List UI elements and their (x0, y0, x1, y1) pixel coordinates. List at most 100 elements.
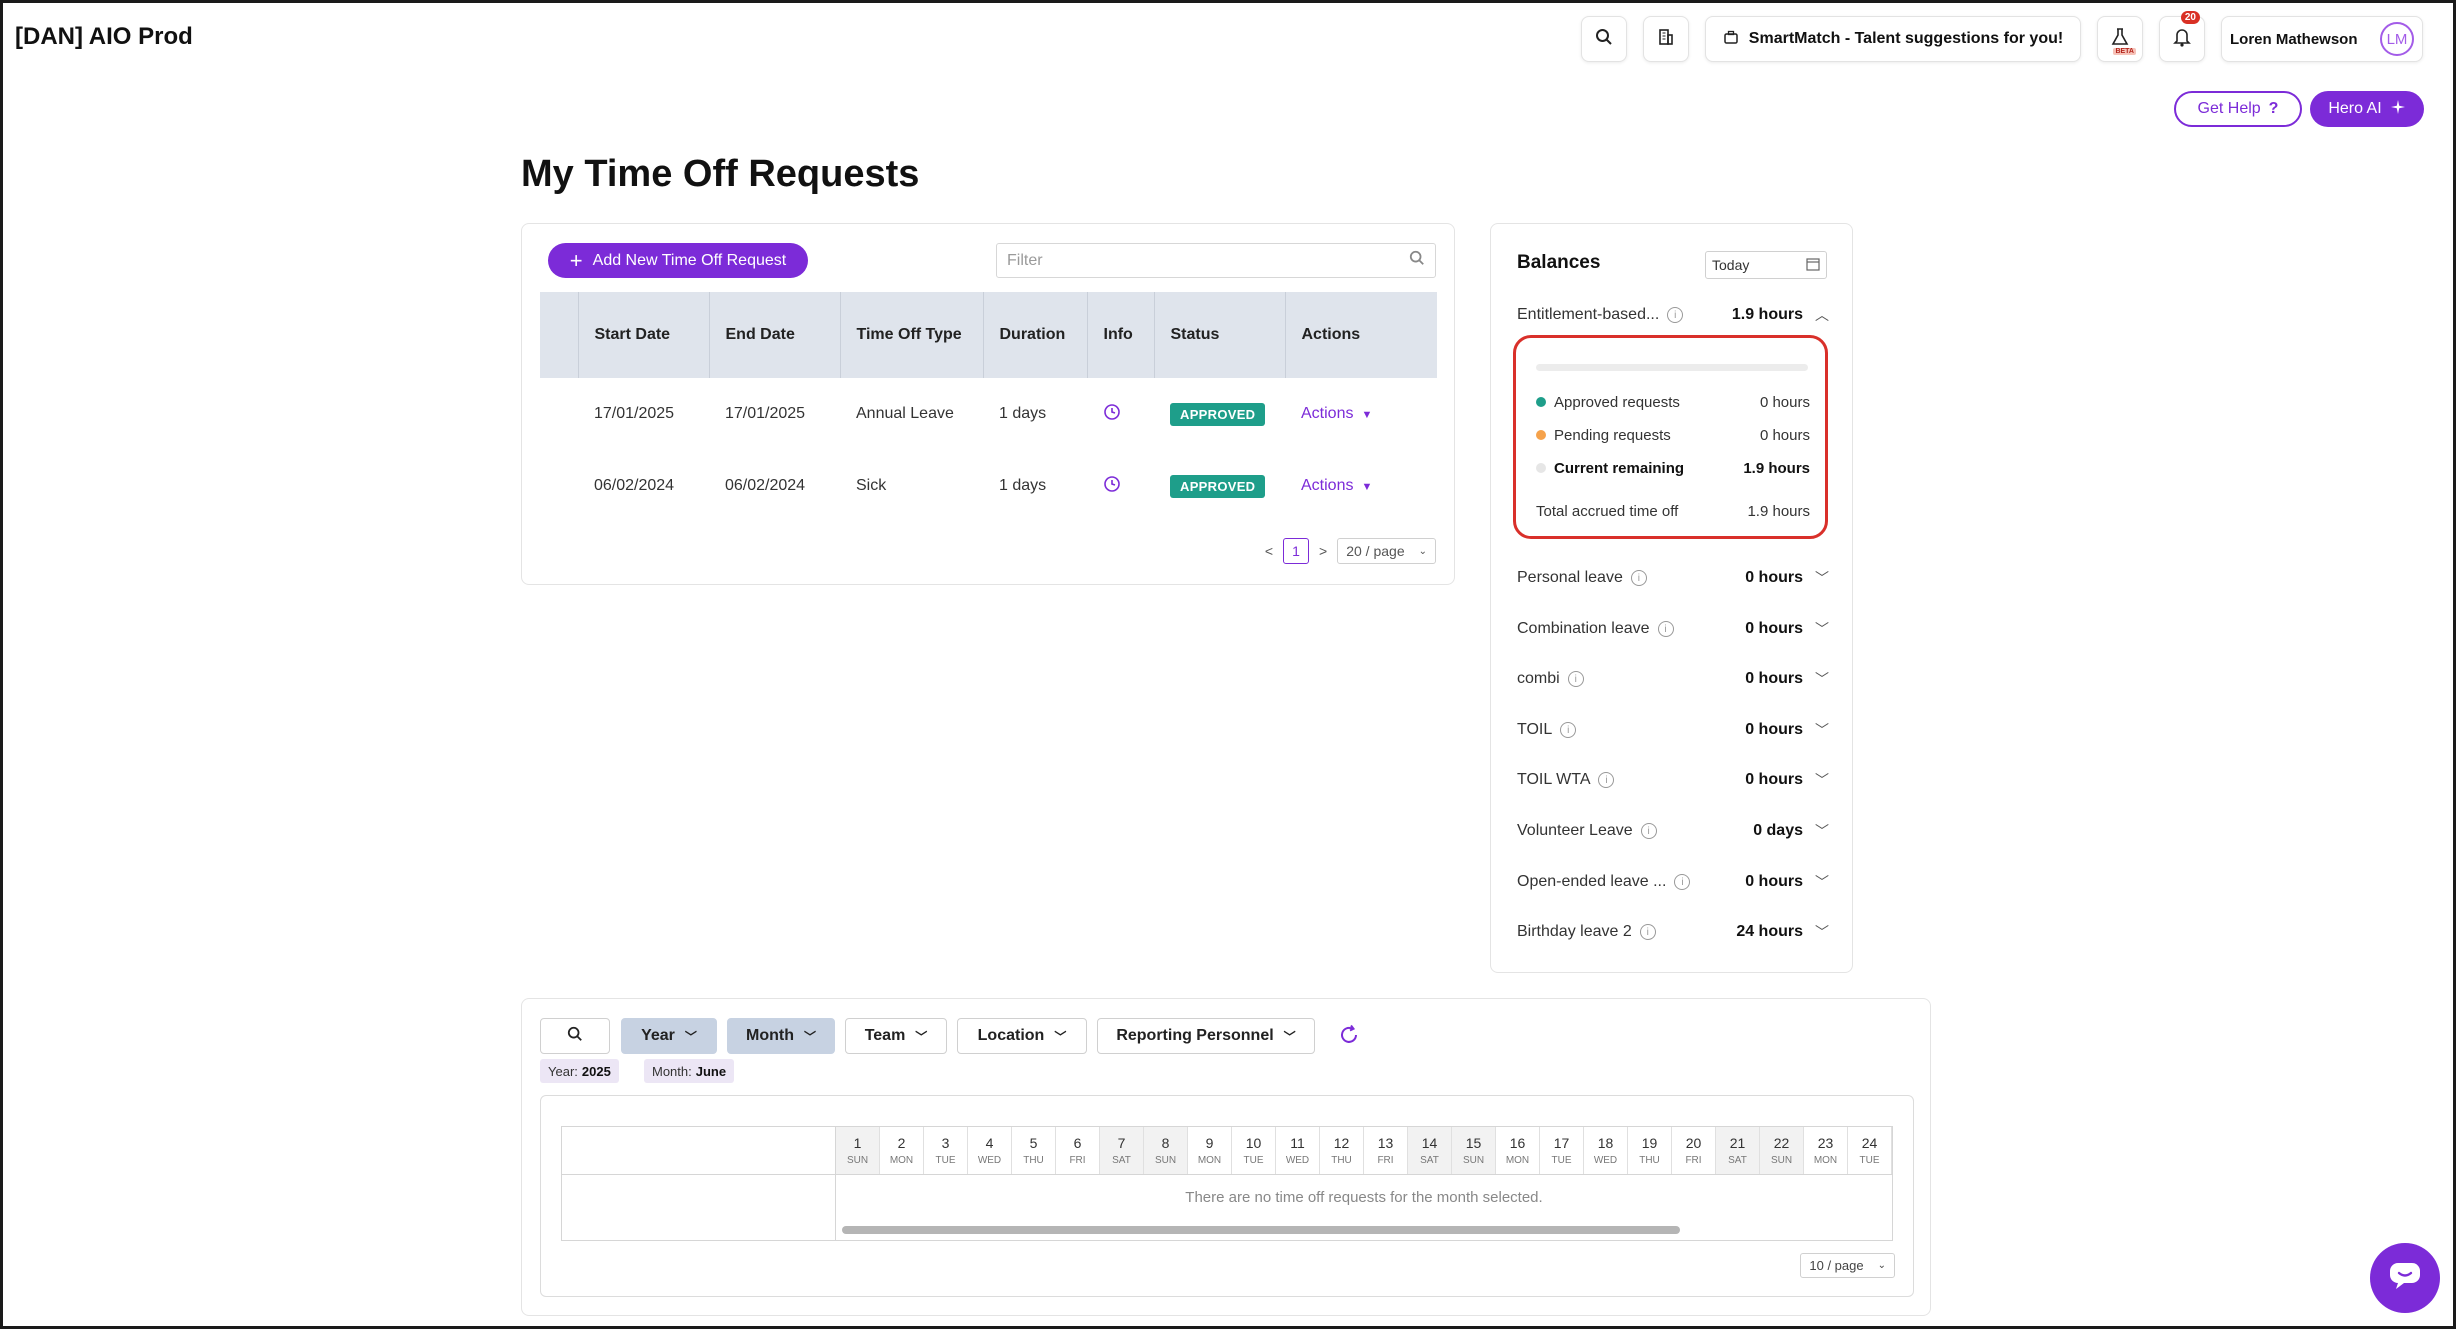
info-cell (1087, 378, 1154, 450)
balance-item-open-ended-leave[interactable]: Open-ended leave ... i 0 hours ﹀ (1517, 868, 1829, 896)
balance-value: 0 hours (1745, 670, 1803, 687)
column-header-time-off-type[interactable]: Time Off Type (840, 292, 984, 378)
info-icon[interactable]: i (1667, 307, 1684, 323)
requests-table: Start Date End Date Time Off Type Durati… (540, 292, 1437, 522)
balance-item-combination-leave[interactable]: Combination leave i 0 hours ﹀ (1517, 615, 1829, 643)
chevron-up-icon[interactable]: ︿ (1815, 305, 1829, 325)
chevron-down-icon[interactable]: ﹀ (1815, 922, 1829, 942)
chip-value: June (695, 1063, 727, 1079)
user-menu[interactable]: Loren Mathewson LM (2221, 16, 2423, 62)
year-filter-chip: Year: 2025 (540, 1059, 619, 1083)
calendar-day-header: 14 SAT (1408, 1127, 1452, 1174)
type-cell: Annual Leave (856, 405, 954, 422)
column-header-end-date[interactable]: End Date (709, 292, 841, 378)
team-filter[interactable]: Team ﹀ (845, 1018, 947, 1054)
pending-value: 0 hours (1759, 426, 1810, 444)
horizontal-scrollbar[interactable] (842, 1226, 1680, 1234)
reporting-personnel-filter[interactable]: Reporting Personnel ﹀ (1097, 1018, 1315, 1054)
calendar-day-header: 20 FRI (1672, 1127, 1716, 1174)
actions-dropdown[interactable]: Actions ▼ (1301, 405, 1372, 422)
location-filter[interactable]: Location ﹀ (957, 1018, 1087, 1054)
balance-item-birthday-leave[interactable]: Birthday leave 2 i 24 hours ﹀ (1517, 918, 1829, 946)
labs-button[interactable]: BETA (2097, 16, 2143, 62)
search-icon (1409, 250, 1425, 271)
balance-label: Birthday leave 2 (1517, 923, 1632, 940)
column-header-status[interactable]: Status (1154, 292, 1286, 378)
filter-placeholder: Filter (1007, 251, 1043, 269)
chevron-down-icon[interactable]: ﹀ (1815, 872, 1829, 892)
calendar-day-header: 11 WED (1276, 1127, 1320, 1174)
column-header-start-date[interactable]: Start Date (578, 292, 710, 378)
chip-label: Month: (652, 1063, 692, 1079)
actions-label: Actions (1301, 477, 1354, 494)
filter-input[interactable]: Filter (996, 243, 1436, 278)
chevron-down-icon[interactable]: ﹀ (1815, 568, 1829, 588)
chevron-down-icon[interactable]: ﹀ (1815, 720, 1829, 740)
balance-label: Entitlement-based... (1517, 306, 1660, 323)
weekday-label: WED (977, 1155, 1002, 1166)
balance-value: 0 days (1753, 822, 1803, 839)
balance-item-volunteer-leave[interactable]: Volunteer Leave i 0 days ﹀ (1517, 817, 1829, 845)
clock-icon[interactable] (1103, 403, 1121, 425)
info-icon[interactable]: i (1674, 874, 1691, 890)
day-number: 17 (1553, 1135, 1570, 1151)
actions-cell: Actions ▼ (1285, 378, 1437, 450)
page-size-select[interactable]: 20 / page ⌄ (1337, 538, 1436, 564)
next-page-button[interactable]: > (1319, 543, 1327, 559)
day-number: 7 (1117, 1135, 1126, 1151)
table-row[interactable]: 17/01/2025 17/01/2025 Annual Leave 1 day… (540, 378, 1437, 450)
table-row[interactable]: 06/02/2024 06/02/2024 Sick 1 days APPROV… (540, 450, 1437, 522)
clock-icon[interactable] (1103, 475, 1121, 497)
caret-down-icon: ▼ (1361, 409, 1373, 421)
info-icon[interactable]: i (1630, 570, 1647, 586)
info-icon[interactable]: i (1567, 671, 1584, 687)
year-filter[interactable]: Year ﹀ (621, 1018, 717, 1054)
pending-dot (1536, 430, 1546, 440)
chevron-down-icon[interactable]: ﹀ (1815, 619, 1829, 639)
balances-card: Balances Today Entitlement-based... i 1.9… (1490, 223, 1853, 973)
duration-cell: 1 days (999, 477, 1047, 494)
chevron-down-icon[interactable]: ﹀ (1815, 770, 1829, 790)
day-number: 19 (1641, 1135, 1658, 1151)
remaining-value: 1.9 hours (1743, 459, 1810, 477)
user-name: Loren Mathewson (2230, 30, 2358, 48)
chevron-down-icon[interactable]: ﹀ (1815, 669, 1829, 689)
approved-dot (1536, 397, 1546, 407)
balance-progress-bar (1536, 364, 1808, 371)
calendar-page-size-select[interactable]: 10 / page ⌄ (1800, 1253, 1895, 1278)
add-time-off-button[interactable]: + Add New Time Off Request (548, 243, 808, 278)
smartmatch-button[interactable]: SmartMatch - Talent suggestions for you! (1705, 16, 2081, 62)
hero-ai-button[interactable]: Hero AI (2310, 91, 2424, 127)
balance-item-toil[interactable]: TOIL i 0 hours ﹀ (1517, 716, 1829, 744)
info-icon[interactable]: i (1560, 722, 1577, 738)
calendar-search-button[interactable] (540, 1018, 610, 1054)
day-number: 6 (1073, 1135, 1082, 1151)
balance-item-personal-leave[interactable]: Personal leave i 0 hours ﹀ (1517, 564, 1829, 592)
refresh-icon[interactable] (1338, 1024, 1360, 1052)
balance-item-combi[interactable]: combi i 0 hours ﹀ (1517, 665, 1829, 693)
day-number: 1 (853, 1135, 862, 1151)
search-button[interactable] (1581, 16, 1627, 62)
weekday-label: SUN (846, 1155, 869, 1166)
info-icon[interactable]: i (1639, 924, 1656, 940)
info-icon[interactable]: i (1598, 772, 1615, 788)
page-number-current[interactable]: 1 (1283, 538, 1310, 564)
chevron-down-icon[interactable]: ﹀ (1815, 821, 1829, 841)
month-filter[interactable]: Month ﹀ (727, 1018, 835, 1054)
actions-dropdown[interactable]: Actions ▼ (1301, 477, 1372, 494)
status-badge: APPROVED (1170, 474, 1266, 498)
balances-date-picker[interactable]: Today (1705, 251, 1827, 279)
prev-page-button[interactable]: < (1265, 543, 1273, 559)
calendar-day-header: 12 THU (1320, 1127, 1364, 1174)
column-header-duration[interactable]: Duration (983, 292, 1088, 378)
balance-item-toil-wta[interactable]: TOIL WTA i 0 hours ﹀ (1517, 766, 1829, 794)
chat-support-button[interactable] (2370, 1243, 2440, 1313)
info-icon[interactable]: i (1657, 621, 1674, 637)
get-help-button[interactable]: Get Help ? (2174, 91, 2302, 127)
company-button[interactable] (1643, 16, 1689, 62)
info-icon[interactable]: i (1640, 823, 1657, 839)
briefcase-icon (1723, 29, 1739, 50)
row-spacer (540, 450, 578, 522)
balance-item-entitlement[interactable]: Entitlement-based... i 1.9 hours ︿ (1517, 301, 1829, 329)
notifications-button[interactable]: 20 (2159, 11, 2205, 62)
